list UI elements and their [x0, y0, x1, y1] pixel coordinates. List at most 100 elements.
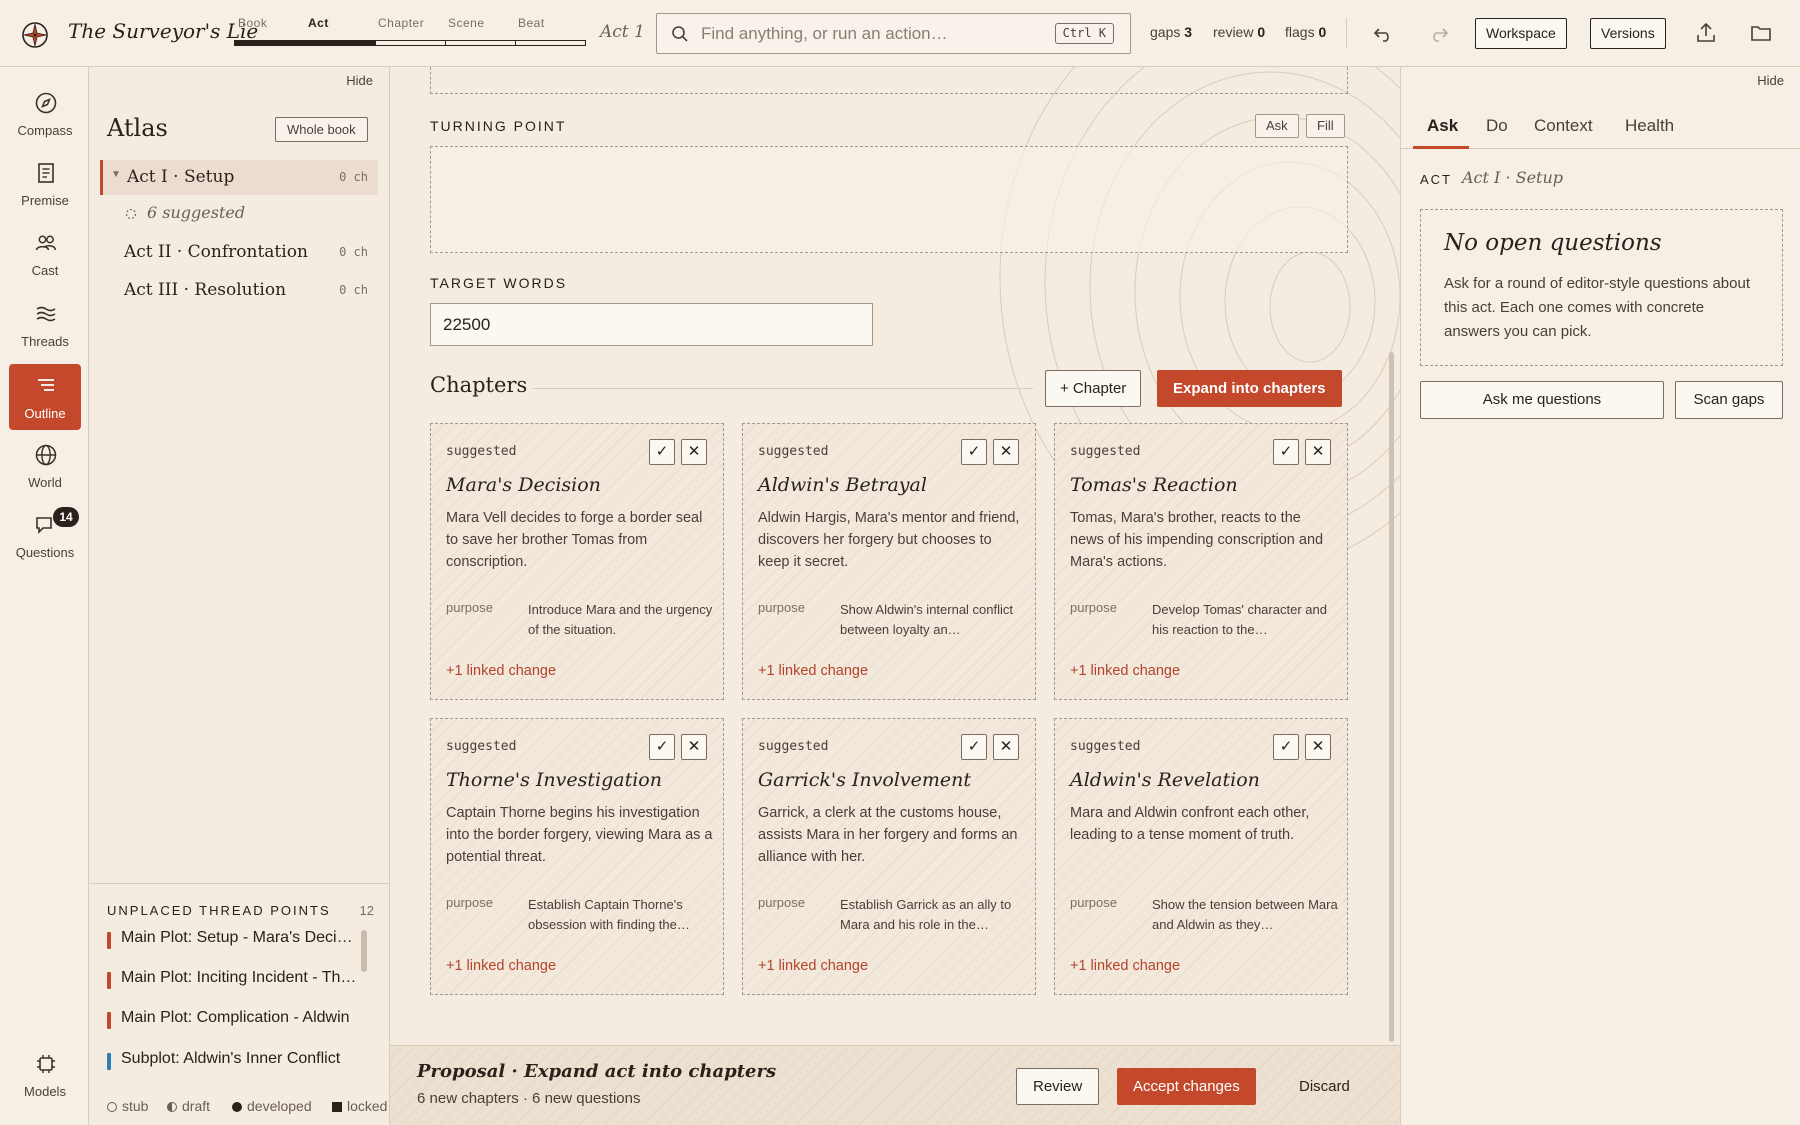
export-icon[interactable]	[1693, 20, 1719, 46]
tab-health[interactable]: Health	[1625, 116, 1674, 136]
turning-point-fill-button[interactable]: Fill	[1306, 114, 1345, 138]
purpose-label: purpose	[1070, 600, 1117, 615]
reject-chapter-close-icon[interactable]: ✕	[993, 439, 1019, 465]
level-tab-scene[interactable]: Scene	[448, 16, 485, 30]
caret-down-icon[interactable]: ▼	[111, 169, 121, 180]
previous-field-textarea[interactable]	[430, 67, 1348, 94]
accept-changes-button[interactable]: Accept changes	[1117, 1068, 1256, 1105]
thread-point-item[interactable]: Main Plot: Complication - Aldwin	[107, 1008, 357, 1034]
reject-chapter-close-icon[interactable]: ✕	[681, 439, 707, 465]
rail-item-label: Premise	[21, 193, 69, 208]
chapter-card[interactable]: suggested ✓ ✕ Aldwin's Revelation Mara a…	[1054, 718, 1348, 995]
review-button[interactable]: Review	[1016, 1068, 1100, 1105]
chapter-card[interactable]: suggested ✓ ✕ Garrick's Involvement Garr…	[742, 718, 1036, 995]
thread-point-label: Subplot: Aldwin's Inner Conflict	[121, 1050, 341, 1067]
versions-button[interactable]: Versions	[1590, 18, 1666, 49]
linked-change-link[interactable]: +1 linked change	[1070, 958, 1180, 974]
empty-questions-title: No open questions	[1444, 230, 1662, 256]
level-tab-chapter[interactable]: Chapter	[378, 16, 424, 30]
rail-item-world[interactable]: World	[9, 433, 81, 499]
thread-point-item[interactable]: Subplot: Aldwin's Inner Conflict	[107, 1049, 357, 1075]
linked-change-link[interactable]: +1 linked change	[758, 663, 868, 679]
thread-point-item[interactable]: Main Plot: Inciting Incident - Thorne	[107, 968, 357, 994]
linked-change-link[interactable]: +1 linked change	[446, 663, 556, 679]
discard-button[interactable]: Discard	[1299, 1078, 1350, 1095]
unplaced-scrollbar[interactable]	[361, 930, 367, 972]
rail-item-premise[interactable]: Premise	[9, 151, 81, 217]
undo-icon[interactable]	[1371, 20, 1397, 46]
atlas-act-row[interactable]: ▼ Act I · Setup 0 ch	[100, 160, 378, 195]
search-input[interactable]	[701, 14, 1041, 53]
target-words-label: TARGET WORDS	[430, 275, 568, 291]
rail-item-outline[interactable]: Outline	[9, 364, 81, 430]
ask-me-questions-button[interactable]: Ask me questions	[1420, 381, 1664, 419]
reject-chapter-close-icon[interactable]: ✕	[1305, 734, 1331, 760]
hide-atlas-button[interactable]: Hide	[346, 73, 373, 88]
atlas-act-row[interactable]: Act II · Confrontation 0 ch	[100, 235, 378, 270]
level-tab-book[interactable]: Book	[238, 16, 267, 30]
rail-item-threads[interactable]: Threads	[9, 292, 81, 358]
folder-icon[interactable]	[1748, 20, 1774, 46]
review-counter[interactable]: review 0	[1213, 24, 1265, 40]
rail-item-compass[interactable]: Compass	[9, 81, 81, 147]
flags-counter[interactable]: flags 0	[1285, 24, 1326, 40]
compass-rose-logo-icon[interactable]	[20, 20, 50, 50]
chapter-card[interactable]: suggested ✓ ✕ Mara's Decision Mara Vell …	[430, 423, 724, 700]
main-scrollbar[interactable]	[1389, 352, 1394, 1042]
chapter-description: Aldwin Hargis, Mara's mentor and friend,…	[758, 510, 1020, 570]
chip-icon	[37, 1055, 55, 1073]
linked-change-link[interactable]: +1 linked change	[446, 958, 556, 974]
chapter-status: suggested	[758, 444, 829, 459]
act-name: Act I · Setup	[127, 167, 235, 187]
level-tab-beat[interactable]: Beat	[518, 16, 545, 30]
thread-point-item[interactable]: Main Plot: Setup - Mara's Decision	[107, 928, 357, 954]
turning-point-ask-button[interactable]: Ask	[1255, 114, 1299, 138]
chapter-card[interactable]: suggested ✓ ✕ Aldwin's Betrayal Aldwin H…	[742, 423, 1036, 700]
accept-chapter-check-icon[interactable]: ✓	[961, 439, 987, 465]
reject-chapter-close-icon[interactable]: ✕	[681, 734, 707, 760]
level-divider	[445, 41, 446, 45]
suggested-chapters-row[interactable]: 6 suggested	[125, 203, 245, 222]
workspace-button[interactable]: Workspace	[1475, 18, 1567, 49]
linked-change-link[interactable]: +1 linked change	[1070, 663, 1180, 679]
gaps-counter[interactable]: gaps 3	[1150, 24, 1192, 40]
chapter-card[interactable]: suggested ✓ ✕ Thorne's Investigation Cap…	[430, 718, 724, 995]
tab-do[interactable]: Do	[1486, 116, 1508, 136]
status-legend: stub draft developed locked	[107, 1098, 390, 1118]
accept-chapter-check-icon[interactable]: ✓	[1273, 439, 1299, 465]
accept-chapter-check-icon[interactable]: ✓	[1273, 734, 1299, 760]
chapter-title: Thorne's Investigation	[446, 769, 662, 791]
atlas-title: Atlas	[107, 114, 168, 142]
reject-chapter-close-icon[interactable]: ✕	[1305, 439, 1331, 465]
app-title: The Surveyor's Lie	[68, 19, 259, 43]
scan-gaps-button[interactable]: Scan gaps	[1675, 381, 1783, 419]
hide-assistant-button[interactable]: Hide	[1757, 73, 1784, 88]
circle-half-icon	[167, 1102, 177, 1112]
rail-item-models[interactable]: Models	[9, 1042, 81, 1108]
reject-chapter-close-icon[interactable]: ✕	[993, 734, 1019, 760]
redo-icon[interactable]	[1425, 20, 1451, 46]
command-search[interactable]: Ctrl K	[656, 13, 1131, 54]
thread-point-label: Main Plot: Complication - Aldwin	[121, 1009, 350, 1026]
accept-chapter-check-icon[interactable]: ✓	[961, 734, 987, 760]
linked-change-link[interactable]: +1 linked change	[758, 958, 868, 974]
expand-into-chapters-button[interactable]: Expand into chapters	[1157, 370, 1342, 407]
atlas-act-row[interactable]: Act III · Resolution 0 ch	[100, 273, 378, 308]
empty-questions-box: No open questions Ask for a round of edi…	[1420, 209, 1783, 366]
accept-chapter-check-icon[interactable]: ✓	[649, 439, 675, 465]
target-words-input[interactable]	[430, 303, 873, 346]
rail-item-questions[interactable]: 14 Questions	[9, 503, 81, 569]
rail-item-cast[interactable]: Cast	[9, 221, 81, 287]
tab-context[interactable]: Context	[1534, 116, 1593, 136]
add-chapter-button[interactable]: + Chapter	[1045, 370, 1142, 407]
tab-ask[interactable]: Ask	[1427, 116, 1458, 136]
whole-book-button[interactable]: Whole book	[275, 117, 368, 142]
chapter-card[interactable]: suggested ✓ ✕ Tomas's Reaction Tomas, Ma…	[1054, 423, 1348, 700]
accept-chapter-check-icon[interactable]: ✓	[649, 734, 675, 760]
flags-value: 0	[1318, 24, 1327, 40]
level-tab-act[interactable]: Act	[308, 16, 329, 30]
context-value: Act I · Setup	[1462, 168, 1564, 187]
globe-icon	[35, 444, 57, 466]
turning-point-textarea[interactable]	[430, 146, 1348, 253]
legend-label: developed	[247, 1098, 312, 1114]
